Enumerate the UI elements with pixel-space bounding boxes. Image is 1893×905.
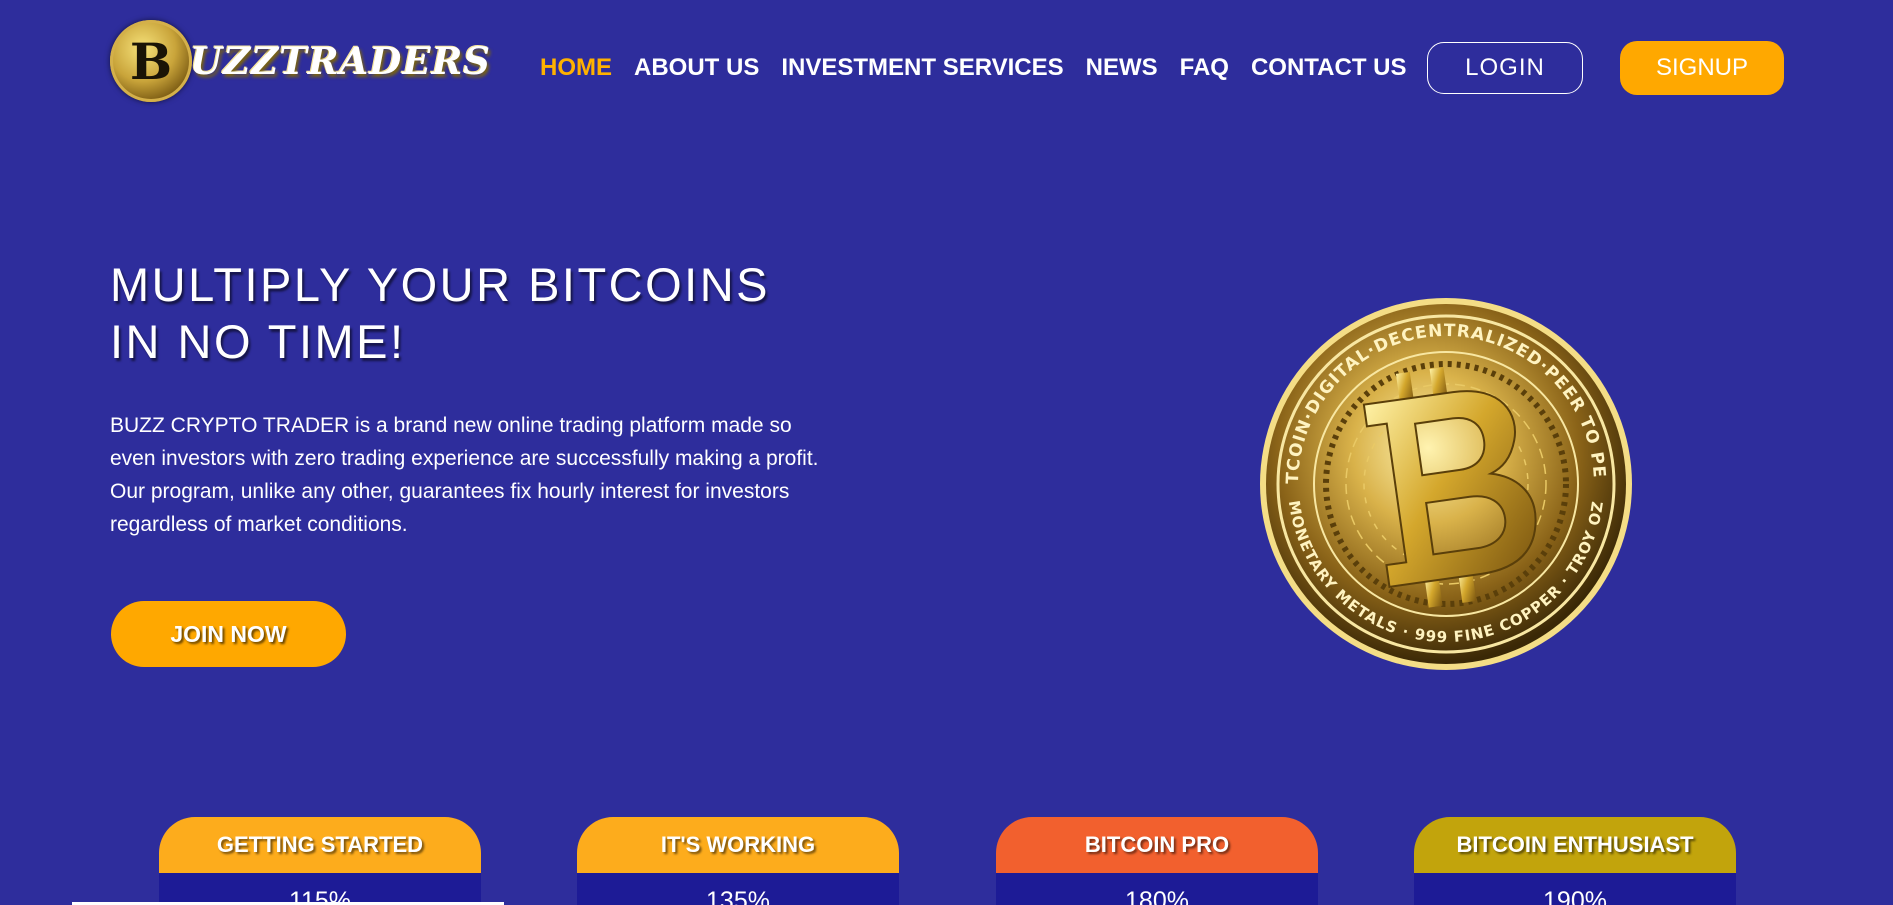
hero-title-line-1: MULTIPLY YOUR BITCOINS	[110, 258, 771, 311]
plan-card-its-working[interactable]: IT'S WORKING 135%	[577, 817, 899, 905]
brand-name: UZZTRADERS	[190, 39, 492, 83]
plan-rate: 180%	[1125, 887, 1189, 905]
plan-body: 115%	[159, 873, 481, 905]
signup-button[interactable]: SIGNUP	[1620, 41, 1784, 95]
plan-card-bitcoin-enthusiast[interactable]: BITCOIN ENTHUSIAST 190%	[1414, 817, 1736, 905]
nav-item-investment-services[interactable]: INVESTMENT SERVICES	[781, 54, 1063, 82]
brand-logo[interactable]: B UZZTRADERS	[110, 18, 491, 104]
hero-description-line: even investors with zero trading experie…	[110, 447, 819, 470]
main-nav: HOME ABOUT US INVESTMENT SERVICES NEWS F…	[540, 41, 1429, 95]
plan-rate: 135%	[706, 887, 770, 905]
plan-card-bitcoin-pro[interactable]: BITCOIN PRO 180%	[996, 817, 1318, 905]
hero-description-line: regardless of market conditions.	[110, 513, 408, 536]
nav-item-about-us[interactable]: ABOUT US	[634, 54, 759, 82]
plan-body: 135%	[577, 873, 899, 905]
hero-title-line-2: IN NO TIME!	[110, 315, 406, 368]
hero-title: MULTIPLY YOUR BITCOINS IN NO TIME!	[110, 256, 870, 370]
plan-body: 190%	[1414, 873, 1736, 905]
hero-description-line: BUZZ CRYPTO TRADER is a brand new online…	[110, 414, 792, 437]
page: B UZZTRADERS HOME ABOUT US INVESTMENT SE…	[0, 0, 1893, 905]
plan-card-getting-started[interactable]: GETTING STARTED 115%	[159, 817, 481, 905]
login-button[interactable]: LOGIN	[1427, 42, 1583, 94]
join-now-button[interactable]: JOIN NOW	[111, 601, 346, 667]
plan-header: IT'S WORKING	[577, 817, 899, 873]
nav-item-news[interactable]: NEWS	[1086, 54, 1158, 82]
bitcoin-logo-icon: B	[110, 20, 192, 102]
plan-header: BITCOIN ENTHUSIAST	[1414, 817, 1736, 873]
investment-plans: GETTING STARTED 115% IT'S WORKING 135% B…	[0, 817, 1893, 905]
nav-item-faq[interactable]: FAQ	[1180, 54, 1229, 82]
hero-description: BUZZ CRYPTO TRADER is a brand new online…	[110, 409, 870, 541]
plan-rate: 190%	[1543, 887, 1607, 905]
hero-description-line: Our program, unlike any other, guarantee…	[110, 480, 790, 503]
bitcoin-coin-icon: BITCOIN·DIGITAL·DECENTRALIZED·PEER TO PE…	[1258, 296, 1632, 670]
plan-header: BITCOIN PRO	[996, 817, 1318, 873]
nav-item-home[interactable]: HOME	[540, 54, 612, 82]
plan-body: 180%	[996, 873, 1318, 905]
plan-header: GETTING STARTED	[159, 817, 481, 873]
nav-item-contact-us[interactable]: CONTACT US	[1251, 54, 1407, 82]
